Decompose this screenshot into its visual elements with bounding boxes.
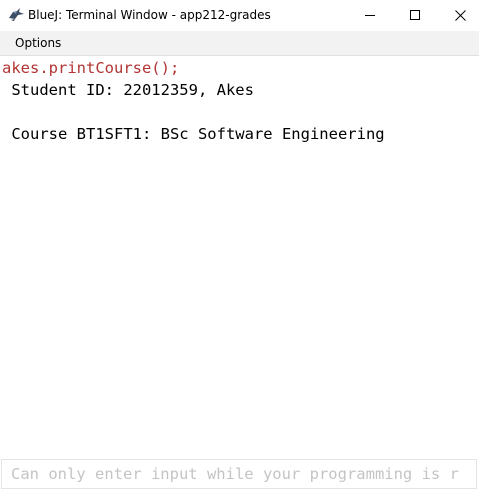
bluej-bird-icon (8, 7, 25, 22)
terminal-command-line: akes.printCourse(); (2, 59, 180, 77)
close-button[interactable] (437, 0, 479, 30)
minimize-button[interactable] (347, 0, 393, 30)
terminal-output-line: Course BT1SFT1: BSc Software Engineering (2, 125, 385, 143)
terminal-output-line: Student ID: 22012359, Akes (2, 81, 254, 99)
terminal-output[interactable]: akes.printCourse(); Student ID: 22012359… (0, 56, 479, 456)
terminal-window: BlueJ: Terminal Window - app212-grades O… (0, 0, 479, 493)
maximize-button[interactable] (392, 0, 438, 30)
window-title: BlueJ: Terminal Window - app212-grades (28, 8, 271, 22)
menu-options[interactable]: Options (15, 36, 61, 50)
close-icon (454, 9, 466, 21)
menu-bar: Options (0, 31, 479, 56)
title-bar[interactable]: BlueJ: Terminal Window - app212-grades (0, 0, 479, 30)
maximize-icon (410, 10, 420, 20)
input-row (0, 457, 479, 493)
minimize-icon (365, 15, 375, 16)
terminal-input-field[interactable] (1, 459, 477, 489)
